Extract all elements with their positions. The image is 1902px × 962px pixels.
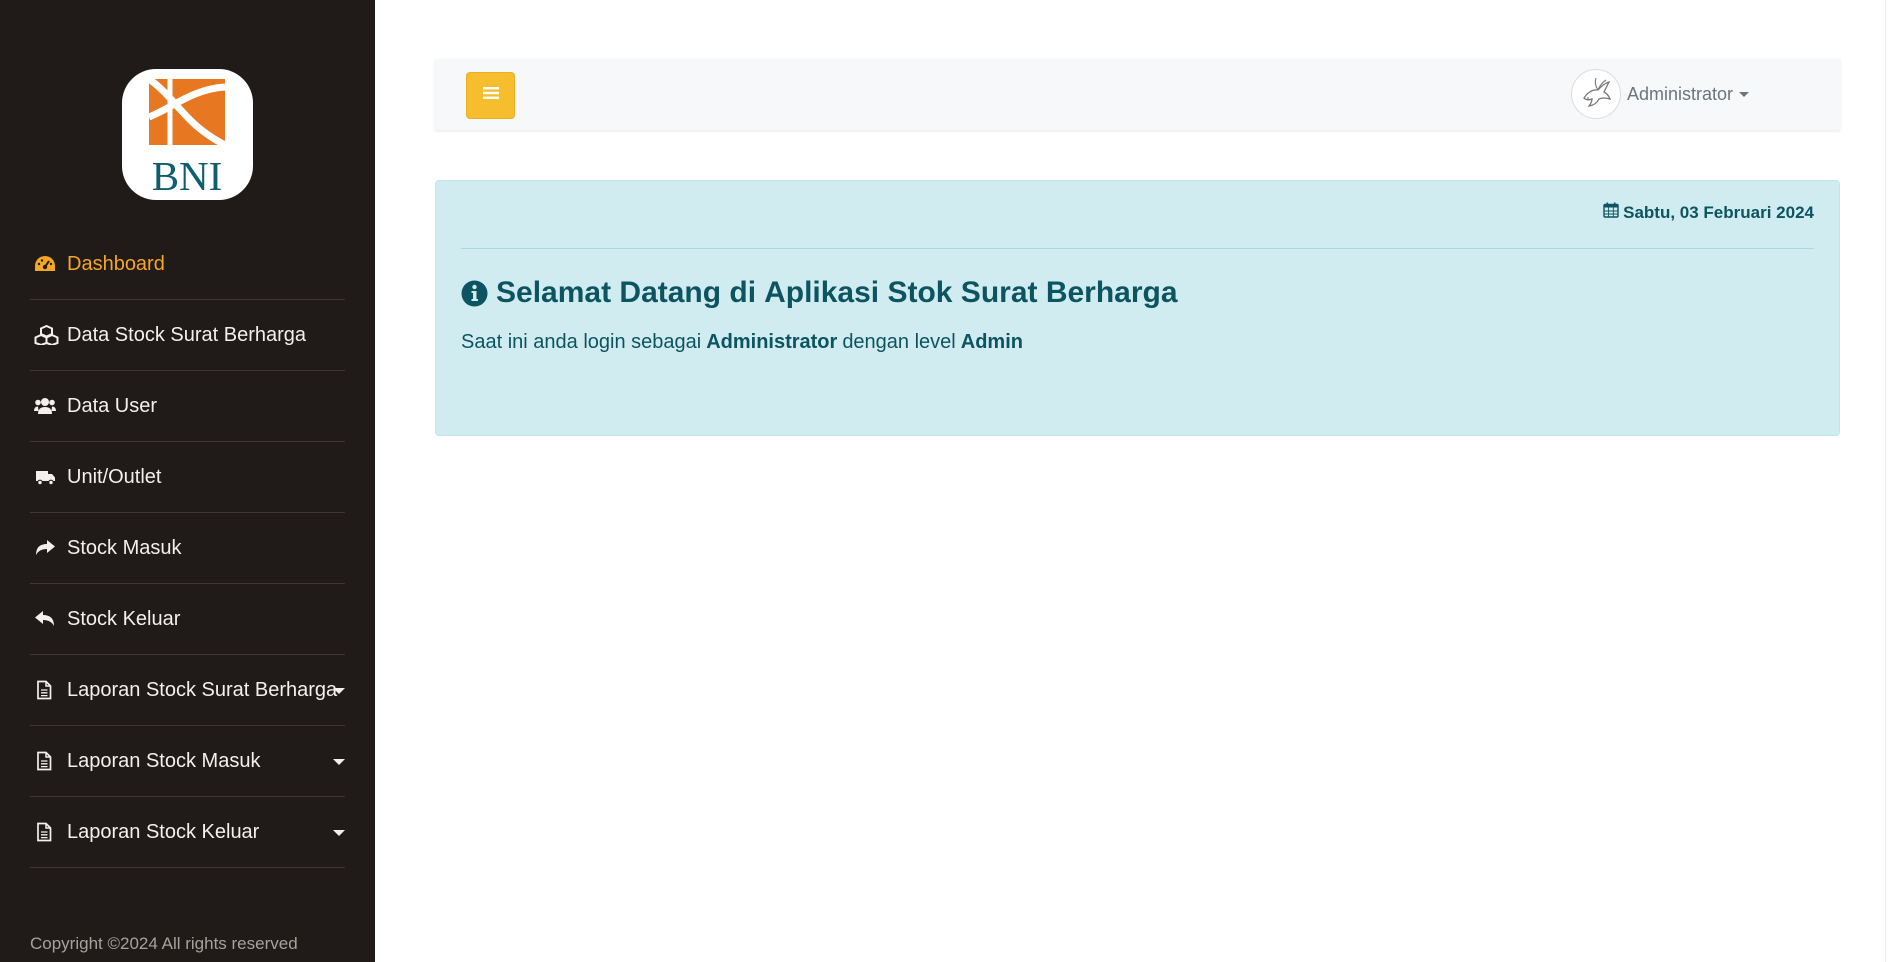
sidebar-item-label: Stock Masuk	[67, 536, 182, 559]
welcome-heading: Selamat Datang di Aplikasi Stok Surat Be…	[461, 276, 1178, 310]
sidebar-toggle-button[interactable]	[466, 72, 515, 119]
file-text-icon	[34, 750, 60, 772]
sidebar-item-dashboard[interactable]: Dashboard	[30, 229, 345, 300]
topbar: Administrator	[435, 59, 1840, 130]
sidebar-item-label: Dashboard	[67, 252, 165, 275]
sidebar-item-data-stock[interactable]: Data Stock Surat Berharga	[30, 300, 345, 371]
welcome-alert: Sabtu, 03 Februari 2024 Selamat Datang d…	[435, 180, 1840, 436]
user-menu-dropdown[interactable]: Administrator	[1571, 69, 1750, 119]
sidebar-item-label: Data Stock Surat Berharga	[67, 323, 307, 346]
divider	[461, 248, 1814, 249]
date-text: Sabtu, 03 Februari 2024	[1623, 202, 1814, 222]
login-level: Admin	[960, 331, 1023, 353]
app-name: Aplikasi Stok Surat Berharga	[764, 276, 1178, 309]
sidebar-item-unit-outlet[interactable]: Unit/Outlet	[30, 442, 345, 513]
login-user: Administrator	[706, 331, 838, 353]
page-scrollbar[interactable]	[1885, 0, 1902, 962]
sidebar: BNI Dashboard Data Stock Surat Berharga …	[0, 0, 375, 962]
sidebar-item-label: Stock Keluar	[67, 607, 181, 630]
truck-icon	[34, 466, 60, 488]
bars-icon	[482, 86, 499, 105]
bni-logo: BNI	[122, 69, 253, 200]
calendar-icon	[1603, 202, 1623, 223]
sidebar-item-label: Unit/Outlet	[67, 465, 162, 488]
login-info: Saat ini anda login sebagai Administrator…	[461, 331, 1023, 354]
users-icon	[34, 395, 60, 417]
sidebar-item-laporan-stock-keluar[interactable]: Laporan Stock Keluar	[30, 797, 345, 868]
sidebar-item-laporan-stock-surat-berharga[interactable]: Laporan Stock Surat Berharga	[30, 655, 345, 726]
sidebar-nav: Dashboard Data Stock Surat Berharga Data…	[30, 229, 345, 868]
sidebar-item-label: Laporan Stock Surat Berharga	[67, 678, 338, 701]
dove-icon	[1583, 77, 1612, 107]
chevron-down-icon	[333, 830, 345, 836]
info-circle-icon	[461, 280, 488, 307]
sidebar-item-stock-keluar[interactable]: Stock Keluar	[30, 584, 345, 655]
sidebar-item-stock-masuk[interactable]: Stock Masuk	[30, 513, 345, 584]
chevron-down-icon	[333, 688, 345, 694]
sidebar-item-label: Laporan Stock Masuk	[67, 749, 261, 772]
file-text-icon	[34, 679, 60, 701]
login-prefix: Saat ini anda login sebagai	[461, 331, 702, 353]
sidebar-item-label: Data User	[67, 394, 158, 417]
share-arrow-icon	[34, 537, 60, 559]
chevron-down-icon	[333, 759, 345, 765]
avatar	[1571, 69, 1621, 119]
sidebar-item-label: Laporan Stock Keluar	[67, 820, 260, 843]
user-name: Administrator	[1627, 83, 1734, 104]
file-text-icon	[34, 821, 60, 843]
dashboard-gauge-icon	[34, 253, 60, 275]
sidebar-item-data-user[interactable]: Data User	[30, 371, 345, 442]
copyright-text: Copyright ©2024 All rights reserved	[30, 934, 298, 953]
chevron-down-icon	[1739, 91, 1750, 97]
cubes-icon	[34, 324, 60, 346]
sidebar-item-laporan-stock-masuk[interactable]: Laporan Stock Masuk	[30, 726, 345, 797]
reply-arrow-icon	[34, 608, 60, 630]
svg-text:BNI: BNI	[152, 153, 223, 199]
date-display: Sabtu, 03 Februari 2024	[1603, 202, 1814, 223]
welcome-prefix: Selamat Datang di	[496, 276, 757, 309]
login-middle: dengan level	[842, 331, 956, 353]
